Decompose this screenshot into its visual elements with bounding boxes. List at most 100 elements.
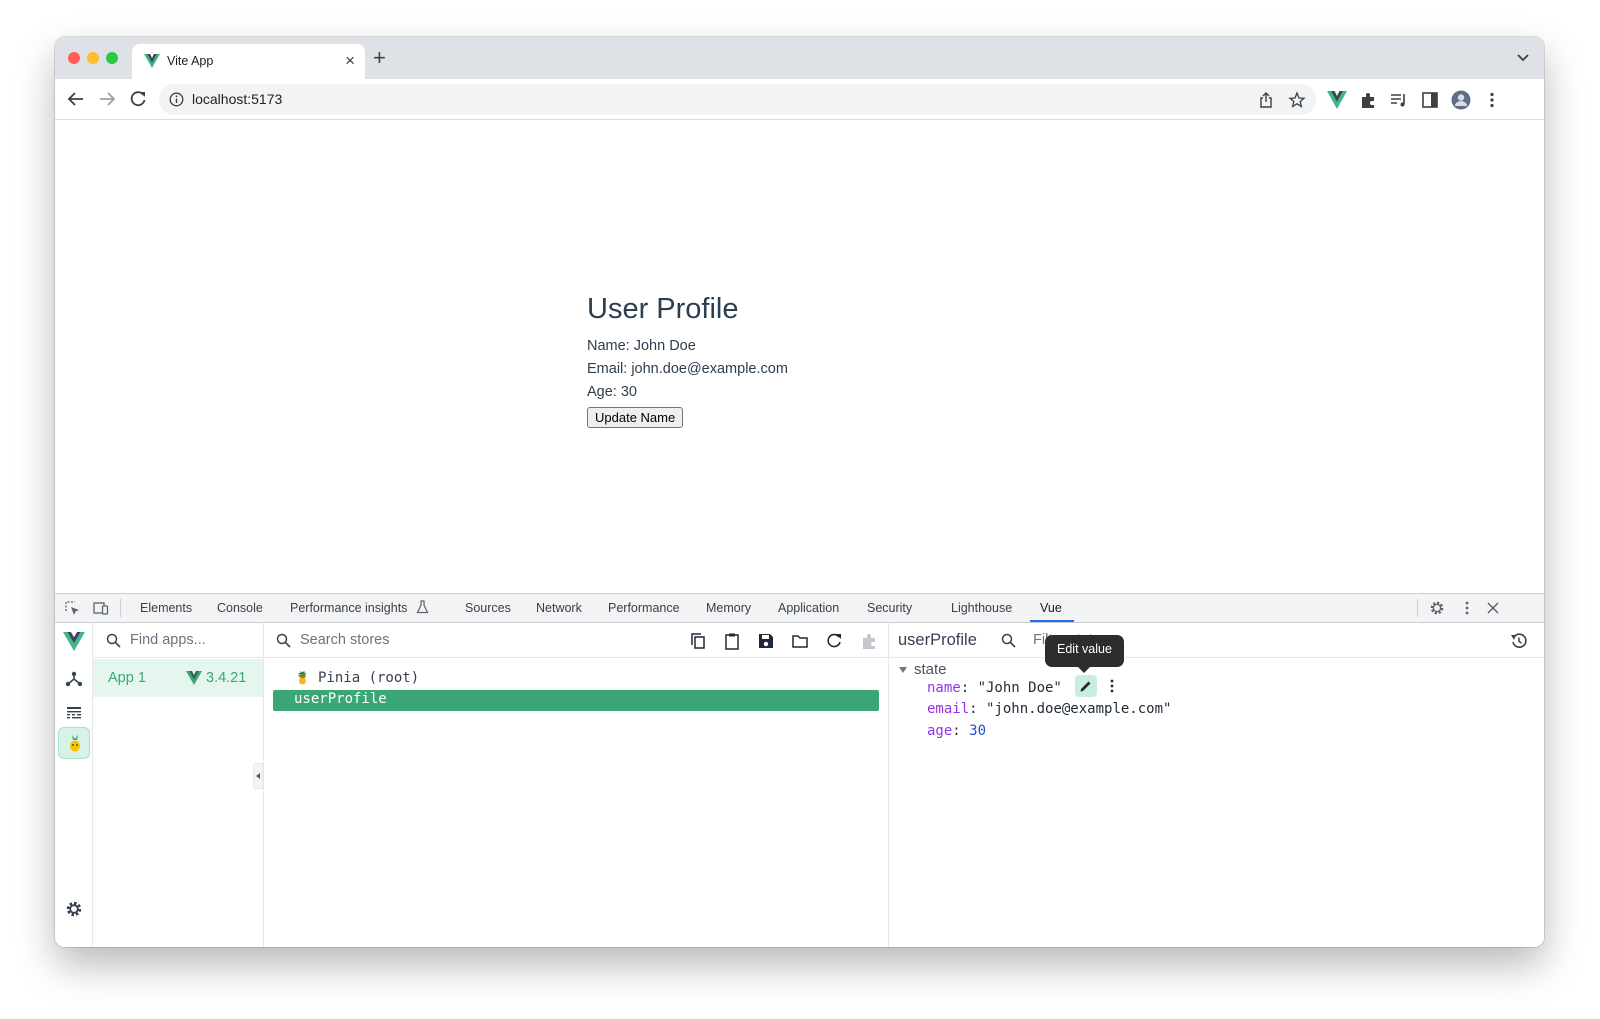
- extensions-icon[interactable]: [1358, 90, 1378, 110]
- tab-console[interactable]: Console: [217, 601, 263, 615]
- more-vert-icon[interactable]: [1105, 678, 1119, 694]
- tab-network[interactable]: Network: [536, 601, 582, 615]
- tab-security[interactable]: Security: [867, 601, 912, 615]
- maximize-window-button[interactable]: [106, 52, 118, 64]
- settings-icon[interactable]: [1429, 600, 1445, 616]
- chevron-down-icon[interactable]: [1516, 51, 1530, 65]
- state-field-email: email: "john.doe@example.com": [927, 701, 1172, 717]
- apps-search-bar: [93, 623, 263, 658]
- devtools-tab-bar: Elements Console Performance insights So…: [55, 594, 1544, 623]
- tab-title: Vite App: [167, 54, 214, 68]
- components-icon[interactable]: [64, 669, 84, 689]
- tab-sources[interactable]: Sources: [465, 601, 511, 615]
- history-icon[interactable]: [1510, 632, 1528, 650]
- minimize-window-button[interactable]: [87, 52, 99, 64]
- store-item-label: userProfile: [294, 691, 387, 707]
- info-icon[interactable]: [169, 92, 184, 107]
- tab-vue[interactable]: Vue: [1040, 601, 1062, 615]
- tab-performance[interactable]: Performance: [608, 601, 680, 615]
- state-group-label[interactable]: state: [914, 661, 947, 678]
- tab-strip: Vite App × +: [55, 37, 1544, 79]
- collapse-pane-handle[interactable]: [253, 763, 263, 789]
- state-inspector-pane: userProfile state name: "John Doe": [889, 623, 1544, 947]
- star-icon[interactable]: [1288, 91, 1306, 109]
- vue-logo-icon: [186, 671, 202, 685]
- store-root-item[interactable]: Pinia (root): [318, 670, 419, 686]
- active-tab-indicator: [1030, 620, 1074, 622]
- devtools-panel: Elements Console Performance insights So…: [55, 593, 1544, 947]
- page-title: User Profile: [587, 293, 739, 325]
- toolbar-divider: [120, 599, 121, 617]
- save-icon[interactable]: [757, 632, 775, 650]
- timeline-icon[interactable]: [64, 703, 84, 723]
- reload-icon[interactable]: [128, 89, 148, 109]
- new-tab-button[interactable]: +: [373, 47, 386, 69]
- tab-search-icon[interactable]: [1389, 90, 1409, 110]
- find-apps-input[interactable]: [130, 632, 255, 648]
- url-text: localhost:5173: [192, 91, 283, 107]
- close-window-button[interactable]: [68, 52, 80, 64]
- state-header: userProfile: [889, 623, 1544, 658]
- copy-icon[interactable]: [689, 632, 707, 650]
- stores-pane: 🍍 Pinia (root) userProfile: [253, 623, 889, 947]
- edit-value-tooltip: Edit value: [1045, 635, 1124, 673]
- flask-icon: [416, 600, 429, 614]
- tab-elements[interactable]: Elements: [140, 601, 192, 615]
- user-profile-card: User Profile Name: John Doe Email: john.…: [587, 293, 788, 428]
- toolbar-divider: [1417, 599, 1418, 617]
- profile-email: Email: john.doe@example.com: [587, 361, 788, 377]
- app-list-item[interactable]: App 1 3.4.21: [93, 659, 263, 697]
- search-icon: [276, 633, 291, 648]
- browser-toolbar: localhost:5173: [55, 79, 1544, 120]
- edit-icon: [1080, 681, 1091, 692]
- pinia-icon: 🍍: [295, 671, 310, 685]
- back-arrow-icon[interactable]: [66, 89, 86, 109]
- address-bar[interactable]: localhost:5173: [159, 84, 1316, 115]
- browser-window: Vite App × + localhost:5173 User Profile…: [55, 37, 1544, 947]
- update-name-button[interactable]: Update Name: [587, 407, 684, 428]
- search-icon: [1001, 633, 1016, 648]
- state-field-age: age: 30: [927, 723, 987, 739]
- tab-memory[interactable]: Memory: [706, 601, 751, 615]
- refresh-icon[interactable]: [825, 632, 843, 650]
- expand-caret-icon[interactable]: [899, 667, 907, 673]
- profile-age: Age: 30: [587, 384, 637, 400]
- close-icon[interactable]: [1485, 600, 1501, 616]
- field-value: 30: [969, 723, 987, 739]
- pinia-tab[interactable]: [58, 727, 90, 759]
- profile-avatar-icon[interactable]: [1451, 90, 1471, 110]
- browser-tab[interactable]: Vite App ×: [132, 44, 365, 79]
- settings-icon[interactable]: [65, 900, 83, 918]
- clipboard-icon[interactable]: [723, 632, 741, 650]
- plugin-icon[interactable]: [860, 632, 878, 650]
- more-vert-icon[interactable]: [1459, 600, 1475, 616]
- side-panel-icon[interactable]: [1420, 90, 1440, 110]
- tab-lighthouse[interactable]: Lighthouse: [951, 601, 1012, 615]
- tab-close-button[interactable]: ×: [345, 51, 355, 71]
- inspect-icon[interactable]: [64, 600, 80, 616]
- share-icon[interactable]: [1257, 91, 1275, 109]
- state-field-name: name: "John Doe": [927, 680, 1062, 696]
- folder-icon[interactable]: [791, 632, 809, 650]
- field-key: email: [927, 701, 970, 717]
- search-stores-input[interactable]: [300, 632, 600, 648]
- edit-value-button[interactable]: [1075, 675, 1097, 697]
- stores-toolbar: [264, 623, 888, 658]
- field-value: "john.doe@example.com": [986, 701, 1172, 717]
- more-vert-icon[interactable]: [1482, 90, 1502, 110]
- vue-devtools-extension-icon[interactable]: [1327, 90, 1347, 110]
- forward-arrow-icon[interactable]: [97, 89, 117, 109]
- tab-performance-insights[interactable]: Performance insights: [290, 601, 407, 615]
- page-viewport: User Profile Name: John Doe Email: john.…: [55, 120, 1544, 593]
- field-key: age: [927, 723, 953, 739]
- device-toggle-icon[interactable]: [93, 600, 109, 616]
- apps-pane: App 1 3.4.21: [93, 623, 264, 947]
- tab-application[interactable]: Application: [778, 601, 839, 615]
- store-item-selected[interactable]: userProfile: [273, 690, 879, 711]
- field-value: "John Doe": [977, 680, 1062, 696]
- vue-logo-icon: [144, 54, 160, 68]
- vue-logo-icon: [63, 632, 85, 651]
- vue-version: 3.4.21: [206, 670, 247, 686]
- app-name: App 1: [108, 670, 146, 686]
- profile-name: Name: John Doe: [587, 338, 696, 354]
